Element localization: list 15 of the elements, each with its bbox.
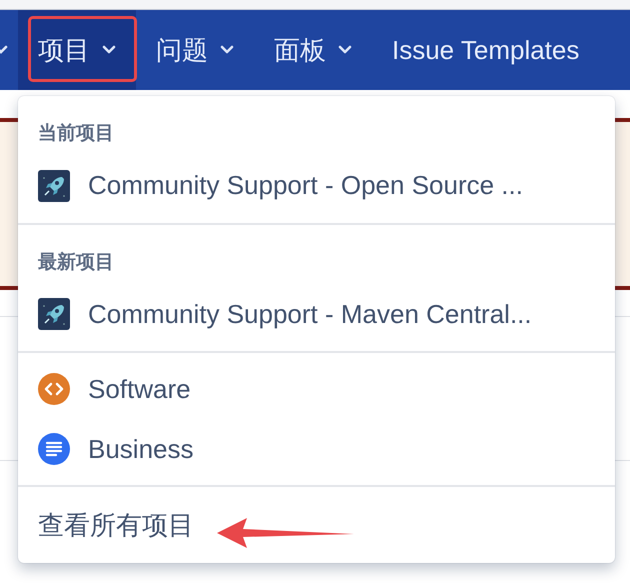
nav-menu-item[interactable]: 面板 (254, 10, 372, 90)
document-lines-icon (38, 433, 70, 465)
menu-item[interactable]: Community Support - Open Source ... (18, 154, 615, 216)
view-all-link[interactable]: 查看所有项目 (18, 493, 615, 557)
rocket-icon (38, 298, 70, 330)
rocket-icon (38, 170, 70, 202)
section-heading: 最新项目 (37, 250, 115, 274)
code-icon (38, 373, 70, 405)
menu-item[interactable]: Community Support - Maven Central... (18, 283, 615, 345)
nav-menu-item[interactable]: 项目 (18, 10, 136, 90)
nav-menu-item[interactable]: 问题 (136, 10, 254, 90)
nav-menu-item[interactable]: Issue Templates (372, 10, 600, 90)
menu-item[interactable]: Software (18, 359, 615, 419)
section-heading: 当前项目 (37, 122, 115, 146)
menu-item[interactable]: Business (18, 419, 615, 479)
